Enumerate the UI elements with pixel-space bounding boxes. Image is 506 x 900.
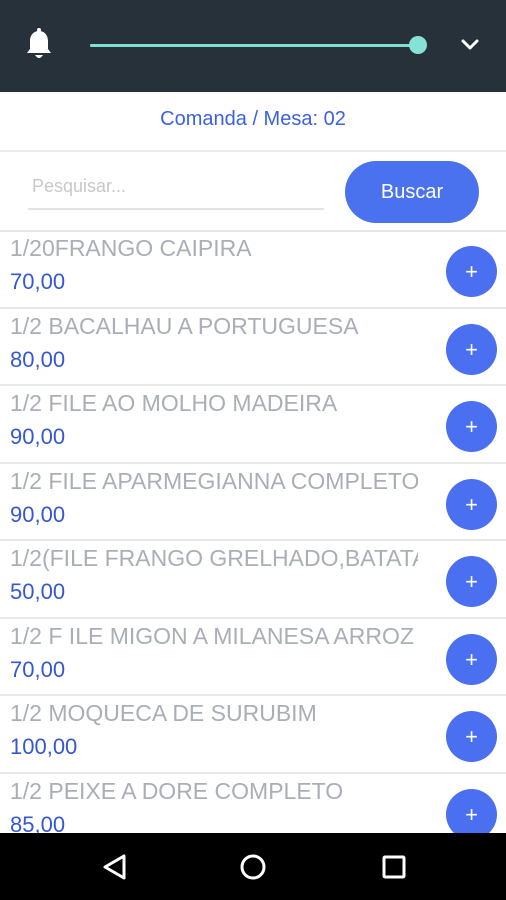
add-item-button[interactable]: + <box>446 788 497 833</box>
list-item[interactable]: 1/2 FILE APARMEGIANNA COMPLETO 90,00 + <box>0 464 506 541</box>
item-name: 1/2 FILE AO MOLHO MADEIRA <box>10 390 338 416</box>
home-circle-icon[interactable] <box>233 847 273 887</box>
page-title: Comanda / Mesa: 02 <box>0 92 506 152</box>
item-price: 70,00 <box>10 269 66 294</box>
item-price: 100,00 <box>10 734 78 759</box>
slider-thumb[interactable] <box>409 36 427 54</box>
item-price: 90,00 <box>10 424 66 449</box>
add-item-button[interactable]: + <box>446 633 497 685</box>
add-item-button[interactable]: + <box>446 323 497 375</box>
item-price: 50,00 <box>10 579 66 604</box>
list-item[interactable]: 1/20FRANGO CAIPIRA 70,00 + <box>0 231 506 309</box>
add-item-button[interactable]: + <box>446 556 497 607</box>
list-item[interactable]: 1/2 BACALHAU A PORTUGUESA 80,00 + <box>0 309 506 386</box>
list-item[interactable]: 1/2(FILE FRANGO GRELHADO,BATATA 50,00 + <box>0 541 506 619</box>
slider-fill <box>90 44 418 47</box>
add-item-button[interactable]: + <box>446 711 497 762</box>
add-item-button[interactable]: + <box>446 478 497 530</box>
recents-square-icon[interactable] <box>374 847 414 887</box>
item-price: 70,00 <box>10 656 66 682</box>
list-item[interactable]: 1/2 PEIXE A DORE COMPLETO 85,00 + <box>0 774 506 834</box>
item-name: 1/2 MOQUECA DE SURUBIM <box>10 700 317 726</box>
item-price: 80,00 <box>10 346 66 372</box>
list-item[interactable]: 1/2 F ILE MIGON A MILANESA ARROZ 70,00 + <box>0 619 506 696</box>
search-bar: Buscar <box>0 152 506 232</box>
list-item[interactable]: 1/2 FILE AO MOLHO MADEIRA 90,00 + <box>0 386 506 464</box>
item-price: 90,00 <box>10 501 66 527</box>
list-item[interactable]: 1/2 MOQUECA DE SURUBIM 100,00 + <box>0 696 506 774</box>
back-triangle-icon[interactable] <box>94 847 134 887</box>
add-item-button[interactable]: + <box>446 401 497 452</box>
add-item-button[interactable]: + <box>446 246 497 297</box>
item-name: 1/2 BACALHAU A PORTUGUESA <box>10 312 359 339</box>
item-name: 1/2 F ILE MIGON A MILANESA ARROZ <box>10 622 414 649</box>
bell-icon[interactable] <box>24 28 54 62</box>
slider-track[interactable] <box>90 44 418 47</box>
system-nav-bar <box>0 833 506 900</box>
item-name: 1/2(FILE FRANGO GRELHADO,BATATA <box>10 545 418 571</box>
item-name: 1/2 FILE APARMEGIANNA COMPLETO <box>10 467 418 494</box>
item-name: 1/20FRANGO CAIPIRA <box>10 235 252 261</box>
product-list[interactable]: 1/20FRANGO CAIPIRA 70,00 +1/2 BACALHAU A P… <box>0 231 506 833</box>
search-input[interactable] <box>28 164 324 210</box>
item-name: 1/2 PEIXE A DORE COMPLETO <box>10 777 344 804</box>
search-button[interactable]: Buscar <box>345 161 479 223</box>
item-price: 85,00 <box>10 811 66 834</box>
chevron-down-icon[interactable] <box>458 34 482 56</box>
app-bar <box>0 0 506 92</box>
